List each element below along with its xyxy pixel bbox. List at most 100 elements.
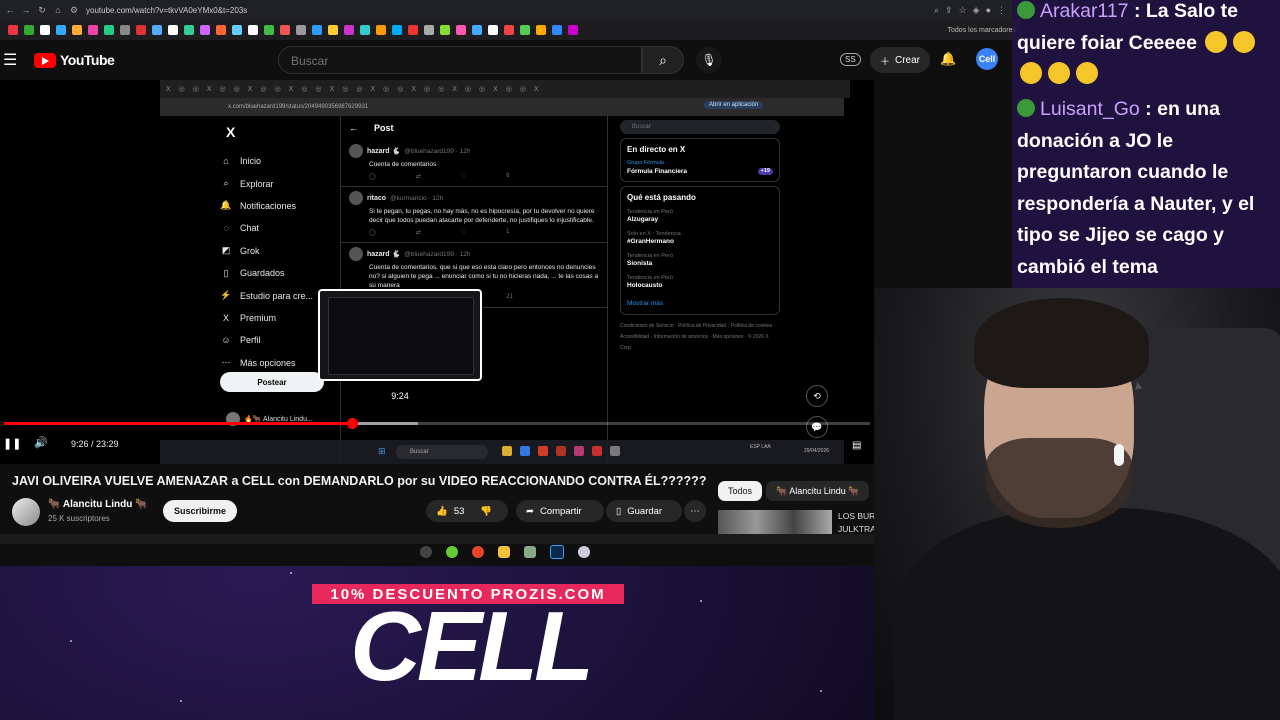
inner-tab-favicon-icon: X bbox=[288, 85, 294, 93]
bookmark-favicon-icon[interactable] bbox=[568, 25, 578, 35]
video-player[interactable]: X ◎ ◎ X ◎ ◎ X ◎ ◎ X ◎ ◎ X ◎ ◎ X ◎ ◎ X ◎ ◎ X ◎ ◎ X ◎ ◎ X x.com/blueh… bbox=[0, 80, 874, 464]
x-nav-label: Inicio bbox=[240, 156, 262, 167]
star-icon[interactable]: ☆ bbox=[959, 5, 967, 16]
bookmark-favicon-icon[interactable] bbox=[200, 25, 210, 35]
progress-scrubber[interactable] bbox=[346, 418, 358, 429]
bookmark-favicon-icon[interactable] bbox=[248, 25, 258, 35]
x-trends-box: Qué está pasando Tendencia en Perú Alzuga… bbox=[620, 186, 780, 315]
bookmark-favicon-icon[interactable] bbox=[360, 25, 370, 35]
back-icon[interactable]: ← bbox=[4, 5, 16, 15]
address-bar[interactable]: youtube.com/watch?v=tkvVA0eYMx0&t=203s bbox=[86, 6, 247, 15]
bookmark-favicon-icon[interactable] bbox=[328, 25, 338, 35]
voice-search-button[interactable]: 🎙 bbox=[696, 47, 722, 73]
bookmark-favicon-icon[interactable] bbox=[552, 25, 562, 35]
bookmark-favicon-icon[interactable] bbox=[216, 25, 226, 35]
share-icon[interactable]: ⇪ bbox=[945, 5, 953, 16]
youtube-logo[interactable]: YouTube bbox=[34, 52, 115, 68]
home-icon[interactable]: ⌂ bbox=[52, 5, 64, 15]
inner-tab-favicon-icon: X bbox=[166, 85, 171, 93]
like-icon[interactable]: 👍 bbox=[436, 506, 448, 517]
reply-icon: ◯ bbox=[369, 230, 376, 236]
bookmark-favicon-icon[interactable] bbox=[152, 25, 162, 35]
reload-icon[interactable]: ↻ bbox=[36, 5, 48, 16]
channel-avatar[interactable] bbox=[12, 498, 40, 526]
bookmark-favicon-icon[interactable] bbox=[312, 25, 322, 35]
like-count[interactable]: 53 bbox=[454, 506, 465, 517]
bookmark-favicon-icon[interactable] bbox=[408, 25, 418, 35]
promo-brand: CELL bbox=[350, 591, 594, 701]
channel-name[interactable]: 🐂 Alancitu Lindu 🐂 bbox=[48, 499, 148, 510]
seek-preview-thumbnail bbox=[318, 289, 482, 381]
dislike-icon[interactable]: 👎 bbox=[480, 506, 492, 517]
bookmark-favicon-icon[interactable] bbox=[376, 25, 386, 35]
inner-tab-favicon-icon: ◎ bbox=[519, 86, 527, 93]
bookmark-favicon-icon[interactable] bbox=[72, 25, 82, 35]
tweet-author: ritaco bbox=[367, 194, 387, 202]
bookmarks-folder[interactable]: Todos los marcadores bbox=[948, 20, 1016, 40]
recommended-title[interactable]: LOS BUR JULKTRA bbox=[838, 510, 878, 536]
app-icon bbox=[592, 446, 602, 456]
bookmark-favicon-icon[interactable] bbox=[88, 25, 98, 35]
bookmark-favicon-icon[interactable] bbox=[184, 25, 194, 35]
streamer-hair bbox=[974, 298, 1149, 388]
bookmark-favicon-icon[interactable] bbox=[264, 25, 274, 35]
more-actions-icon[interactable]: ⋯ bbox=[684, 500, 706, 522]
ss-badge[interactable]: SS bbox=[840, 53, 861, 66]
x-nav-bookmarks: ▯ Guardados bbox=[220, 262, 340, 284]
zoom-icon[interactable]: ⌕ bbox=[934, 5, 939, 16]
notifications-bell-icon[interactable]: 🔔 bbox=[940, 51, 956, 67]
bookmark-favicon-icon[interactable] bbox=[392, 25, 402, 35]
photoshop-icon bbox=[550, 545, 564, 559]
inner-tab-favicon-icon: X bbox=[411, 85, 417, 93]
share-button[interactable]: ➦ Compartir bbox=[516, 500, 604, 522]
bookmark-favicon-icon[interactable] bbox=[424, 25, 434, 35]
open-app-button: Abrir en aplicación bbox=[704, 101, 764, 109]
search-input[interactable] bbox=[289, 53, 623, 69]
account-avatar[interactable]: Cell bbox=[976, 48, 998, 70]
pause-icon[interactable]: ❚❚ bbox=[3, 437, 21, 450]
forward-icon[interactable]: → bbox=[20, 5, 32, 15]
streamer-beard bbox=[986, 438, 1132, 528]
video-info: JAVI OLIVEIRA VUELVE AMENAZAR a CELL con… bbox=[0, 464, 1012, 544]
create-button[interactable]: ＋ Crear bbox=[870, 47, 931, 73]
chip-all[interactable]: Todos bbox=[718, 481, 763, 501]
tweet-text: Cuenta de comentarios bbox=[369, 161, 437, 168]
bookmark-favicon-icon[interactable] bbox=[24, 25, 34, 35]
bookmark-favicon-icon[interactable] bbox=[40, 25, 50, 35]
bookmark-favicon-icon[interactable] bbox=[8, 25, 18, 35]
bookmark-favicon-icon[interactable] bbox=[280, 25, 290, 35]
bookmark-favicon-icon[interactable] bbox=[440, 25, 450, 35]
x-nav-label: Guardados bbox=[240, 268, 285, 279]
bookmark-favicon-icon[interactable] bbox=[232, 25, 242, 35]
x-nav-label: Premium bbox=[240, 312, 277, 323]
hamburger-menu-icon[interactable]: ☰ bbox=[3, 50, 17, 70]
captions-icon[interactable]: ▤ bbox=[852, 440, 861, 451]
bookmark-favicon-icon[interactable] bbox=[520, 25, 530, 35]
profile-icon[interactable]: ● bbox=[986, 5, 991, 15]
chip-channel[interactable]: 🐂 Alancitu Lindu 🐂 bbox=[766, 481, 870, 501]
x-back-arrow-icon: ← bbox=[349, 123, 358, 133]
bookmark-favicon-icon[interactable] bbox=[120, 25, 130, 35]
bookmark-favicon-icon[interactable] bbox=[168, 25, 178, 35]
bookmark-favicon-icon[interactable] bbox=[104, 25, 114, 35]
bookmark-favicon-icon[interactable] bbox=[56, 25, 66, 35]
search-button[interactable]: ⌕ bbox=[642, 46, 684, 74]
bookmark-favicon-icon[interactable] bbox=[136, 25, 146, 35]
save-button[interactable]: ▯ Guardar bbox=[606, 500, 682, 522]
bookmark-favicon-icon[interactable] bbox=[344, 25, 354, 35]
bookmark-favicon-icon[interactable] bbox=[488, 25, 498, 35]
bookmark-favicon-icon[interactable] bbox=[456, 25, 466, 35]
menu-icon[interactable]: ⋮ bbox=[997, 5, 1006, 16]
bookmark-favicon-icon[interactable] bbox=[504, 25, 514, 35]
bookmark-favicon-icon[interactable] bbox=[536, 25, 546, 35]
extensions-icon[interactable]: ◈ bbox=[973, 5, 980, 16]
bookmark-favicon-icon[interactable] bbox=[472, 25, 482, 35]
bookmark-favicon-icon[interactable] bbox=[296, 25, 306, 35]
volume-icon[interactable]: 🔊 bbox=[34, 436, 48, 449]
stream-dock bbox=[420, 542, 610, 562]
taskbar-search: Buscar bbox=[396, 445, 488, 459]
chrome-icon bbox=[538, 446, 548, 456]
x-trend-item: Tendencia en Perú Holocausto bbox=[627, 275, 673, 289]
site-info-icon[interactable]: ⚙ bbox=[68, 5, 80, 16]
subscribe-button[interactable]: Suscribirme bbox=[163, 500, 237, 522]
